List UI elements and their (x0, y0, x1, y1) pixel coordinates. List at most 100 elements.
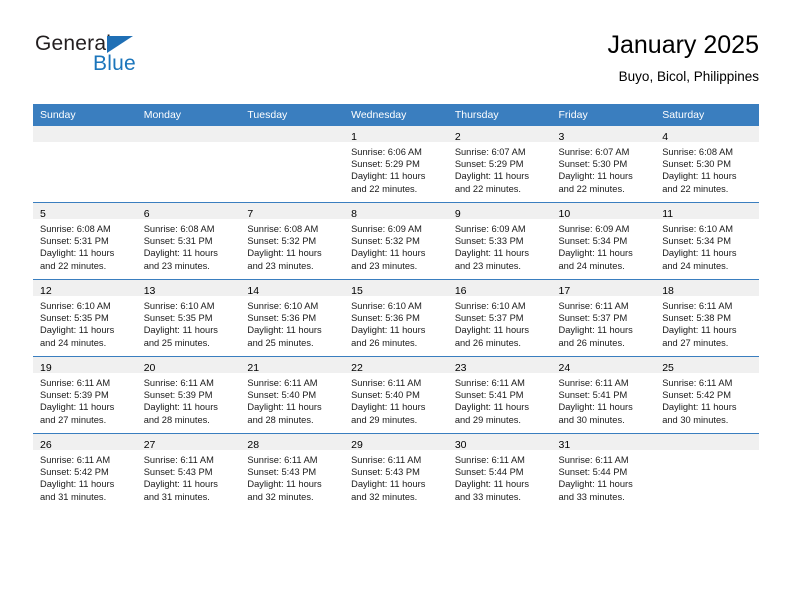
day-number: 27 (143, 439, 156, 451)
day-sun-info: Sunrise: 6:10 AM Sunset: 5:34 PM Daylight:… (655, 219, 759, 272)
daylight-text-line1: Daylight: 11 hours (351, 248, 426, 259)
day-cell[interactable]: 23 Sunrise: 6:11 AM Sunset: 5:41 PM Dayligh… (447, 357, 552, 433)
day-cell[interactable]: 18 Sunrise: 6:11 AM Sunset: 5:38 PM Dayligh… (655, 280, 759, 356)
day-sun-info: Sunrise: 6:11 AM Sunset: 5:37 PM Daylight:… (552, 296, 656, 349)
day-cell[interactable]: 22 Sunrise: 6:11 AM Sunset: 5:40 PM Dayligh… (344, 357, 448, 433)
sunset-text: Sunset: 5:31 PM (40, 236, 109, 247)
weekday-header-saturday: Saturday (655, 104, 759, 126)
day-cell[interactable]: 16 Sunrise: 6:10 AM Sunset: 5:37 PM Dayligh… (447, 280, 552, 356)
sunset-text: Sunset: 5:35 PM (143, 313, 213, 324)
day-sun-info: Sunrise: 6:08 AM Sunset: 5:31 PM Daylight:… (137, 219, 241, 272)
day-number-band (136, 126, 241, 142)
day-cell[interactable]: 7 Sunrise: 6:08 AM Sunset: 5:32 PM Daylight… (240, 203, 345, 279)
day-number-band: 12 (33, 280, 137, 297)
day-number-band: 14 (240, 280, 345, 297)
day-sun-info: Sunrise: 6:11 AM Sunset: 5:40 PM Daylight:… (240, 373, 344, 426)
day-cell[interactable]: 13 Sunrise: 6:10 AM Sunset: 5:35 PM Dayligh… (136, 280, 241, 356)
daylight-text-line1: Daylight: 11 hours (558, 402, 633, 413)
calendar-cell: 24 Sunrise: 6:11 AM Sunset: 5:41 PM Dayligh… (551, 356, 656, 434)
day-sun-info: Sunrise: 6:11 AM Sunset: 5:41 PM Daylight:… (448, 373, 552, 426)
day-sun-info: Sunrise: 6:10 AM Sunset: 5:36 PM Daylight:… (344, 296, 448, 349)
daylight-text-line2: and 28 minutes. (247, 414, 314, 425)
day-cell[interactable]: 31 Sunrise: 6:11 AM Sunset: 5:44 PM Dayligh… (551, 434, 656, 510)
sunrise-text: Sunrise: 6:09 AM (351, 224, 422, 234)
sunset-text: Sunset: 5:42 PM (40, 467, 109, 478)
day-cell[interactable]: 27 Sunrise: 6:11 AM Sunset: 5:43 PM Dayligh… (136, 434, 241, 510)
day-cell[interactable]: 4 Sunrise: 6:08 AM Sunset: 5:30 PM Daylight… (655, 126, 759, 202)
day-cell[interactable]: 6 Sunrise: 6:08 AM Sunset: 5:31 PM Daylight… (136, 203, 241, 279)
day-cell[interactable]: 12 Sunrise: 6:10 AM Sunset: 5:35 PM Dayligh… (33, 280, 137, 356)
day-cell[interactable]: 1 Sunrise: 6:06 AM Sunset: 5:29 PM Daylight… (344, 126, 448, 202)
day-cell[interactable]: 2 Sunrise: 6:07 AM Sunset: 5:29 PM Daylight… (447, 126, 552, 202)
sunset-text: Sunset: 5:43 PM (351, 467, 420, 478)
calendar-cell: 29 Sunrise: 6:11 AM Sunset: 5:43 PM Dayligh… (344, 433, 448, 510)
day-number-band: 8 (344, 203, 448, 220)
day-sun-info: Sunrise: 6:09 AM Sunset: 5:32 PM Daylight:… (344, 219, 448, 272)
sunrise-text: Sunrise: 6:10 AM (247, 301, 319, 311)
calendar-table: Sunday Monday Tuesday Wednesday Thursday… (33, 104, 759, 510)
day-cell[interactable]: 24 Sunrise: 6:11 AM Sunset: 5:41 PM Dayligh… (551, 357, 656, 433)
daylight-text-line2: and 28 minutes. (143, 414, 210, 425)
day-cell[interactable]: 28 Sunrise: 6:11 AM Sunset: 5:43 PM Dayligh… (240, 434, 345, 510)
sunset-text: Sunset: 5:36 PM (351, 313, 420, 324)
day-cell[interactable]: 17 Sunrise: 6:11 AM Sunset: 5:37 PM Dayligh… (551, 280, 656, 356)
sunrise-text: Sunrise: 6:11 AM (40, 455, 111, 465)
day-number: 4 (662, 131, 669, 143)
daylight-text-line2: and 25 minutes. (247, 337, 314, 348)
day-sun-info: Sunrise: 6:11 AM Sunset: 5:40 PM Daylight:… (344, 373, 448, 426)
day-number: 16 (454, 285, 467, 297)
day-cell[interactable]: 15 Sunrise: 6:10 AM Sunset: 5:36 PM Dayligh… (344, 280, 448, 356)
daylight-text-line2: and 32 minutes. (247, 491, 314, 502)
day-cell[interactable]: 8 Sunrise: 6:09 AM Sunset: 5:32 PM Daylight… (344, 203, 448, 279)
day-cell[interactable]: 11 Sunrise: 6:10 AM Sunset: 5:34 PM Dayligh… (655, 203, 759, 279)
day-number-band: 25 (655, 357, 759, 374)
day-sun-info: Sunrise: 6:11 AM Sunset: 5:42 PM Daylight:… (655, 373, 759, 426)
day-cell[interactable]: 10 Sunrise: 6:09 AM Sunset: 5:34 PM Dayligh… (551, 203, 656, 279)
sunset-text: Sunset: 5:30 PM (558, 159, 628, 170)
day-cell[interactable]: 20 Sunrise: 6:11 AM Sunset: 5:39 PM Dayligh… (136, 357, 241, 433)
sunrise-text: Sunrise: 6:10 AM (662, 224, 734, 234)
day-number: 25 (662, 362, 674, 374)
day-number-band (33, 126, 137, 142)
day-cell[interactable]: 19 Sunrise: 6:11 AM Sunset: 5:39 PM Dayligh… (33, 357, 137, 433)
calendar-cell: 26 Sunrise: 6:11 AM Sunset: 5:42 PM Dayligh… (33, 433, 137, 510)
daylight-text-line1: Daylight: 11 hours (662, 171, 737, 182)
day-cell[interactable]: 21 Sunrise: 6:11 AM Sunset: 5:40 PM Dayligh… (240, 357, 345, 433)
daylight-text-line2: and 32 minutes. (351, 491, 418, 502)
day-number-band: 20 (136, 357, 241, 374)
day-cell[interactable]: 30 Sunrise: 6:11 AM Sunset: 5:44 PM Dayligh… (447, 434, 552, 510)
sunset-text: Sunset: 5:30 PM (662, 159, 731, 170)
day-number-band: 3 (551, 126, 656, 143)
day-cell[interactable]: 5 Sunrise: 6:08 AM Sunset: 5:31 PM Daylight… (33, 203, 137, 279)
daylight-text-line1: Daylight: 11 hours (454, 248, 530, 259)
day-sun-info: Sunrise: 6:08 AM Sunset: 5:32 PM Daylight:… (240, 219, 344, 272)
daylight-text-line1: Daylight: 11 hours (143, 479, 218, 490)
day-cell[interactable]: 9 Sunrise: 6:09 AM Sunset: 5:33 PM Daylight… (447, 203, 552, 279)
day-cell[interactable]: 3 Sunrise: 6:07 AM Sunset: 5:30 PM Daylight… (551, 126, 656, 202)
sunrise-text: Sunrise: 6:11 AM (558, 455, 629, 465)
calendar-cell: 7 Sunrise: 6:08 AM Sunset: 5:32 PM Daylight… (240, 202, 345, 280)
day-number: 14 (247, 285, 260, 297)
sunrise-text: Sunrise: 6:11 AM (143, 378, 214, 388)
calendar-header-row: Sunday Monday Tuesday Wednesday Thursday… (33, 104, 759, 126)
calendar-cell: 19 Sunrise: 6:11 AM Sunset: 5:39 PM Dayligh… (33, 356, 137, 434)
day-number: 20 (143, 362, 156, 374)
daylight-text-line1: Daylight: 11 hours (143, 402, 218, 413)
day-number: 19 (40, 362, 52, 374)
daylight-text-line2: and 30 minutes. (558, 414, 625, 425)
day-number-band: 31 (551, 434, 656, 451)
daylight-text-line1: Daylight: 11 hours (40, 479, 115, 490)
day-cell[interactable]: 25 Sunrise: 6:11 AM Sunset: 5:42 PM Dayligh… (655, 357, 759, 433)
sunset-text: Sunset: 5:36 PM (247, 313, 317, 324)
day-cell[interactable]: 14 Sunrise: 6:10 AM Sunset: 5:36 PM Dayligh… (240, 280, 345, 356)
day-sun-info: Sunrise: 6:09 AM Sunset: 5:34 PM Daylight:… (552, 219, 656, 272)
daylight-text-line2: and 24 minutes. (662, 260, 729, 271)
daylight-text-line1: Daylight: 11 hours (247, 248, 322, 259)
day-cell[interactable]: 29 Sunrise: 6:11 AM Sunset: 5:43 PM Dayligh… (344, 434, 448, 510)
day-cell[interactable]: 26 Sunrise: 6:11 AM Sunset: 5:42 PM Dayligh… (33, 434, 137, 510)
day-number: 12 (40, 285, 52, 297)
calendar-cell: 3 Sunrise: 6:07 AM Sunset: 5:30 PM Daylight… (551, 126, 656, 203)
general-blue-logo[interactable]: General Blue (33, 30, 233, 90)
day-sun-info: Sunrise: 6:09 AM Sunset: 5:33 PM Daylight:… (448, 219, 552, 272)
daylight-text-line2: and 22 minutes. (454, 183, 521, 194)
